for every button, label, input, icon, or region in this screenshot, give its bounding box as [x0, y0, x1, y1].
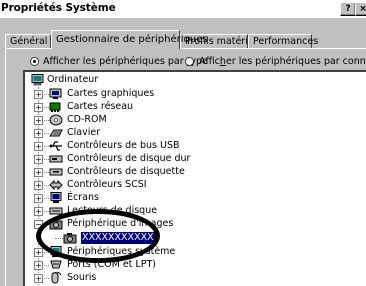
- tree-item-label: Souris: [67, 272, 97, 283]
- tree-item-label: Contrôleurs de bus USB: [67, 140, 180, 151]
- tree-item-mice[interactable]: + Souris: [25, 272, 365, 285]
- floppy-controller-icon: [49, 168, 63, 176]
- tree-item-scsi-controllers[interactable]: + Contrôleurs SCSI: [25, 179, 365, 192]
- tab-general[interactable]: Général: [5, 34, 51, 48]
- expand-icon[interactable]: +: [34, 207, 43, 216]
- expand-icon[interactable]: +: [34, 194, 43, 203]
- tree-item-label: Clavier: [67, 127, 101, 138]
- tree-item-label: Cartes réseau: [67, 101, 134, 112]
- display-adapter-icon: [49, 88, 62, 99]
- keyboard-icon: [49, 129, 63, 137]
- expand-icon[interactable]: +: [34, 116, 43, 125]
- expand-icon[interactable]: +: [34, 261, 43, 270]
- tree-item-network-adapters[interactable]: + Cartes réseau: [25, 101, 365, 114]
- tree-item-label: CD-ROM: [67, 114, 107, 125]
- expand-icon[interactable]: +: [34, 248, 43, 257]
- usb-controller-icon: [49, 141, 62, 151]
- expand-icon[interactable]: +: [34, 103, 43, 112]
- view-by-connection-label[interactable]: Afficher les périphériques par connexion: [199, 56, 366, 67]
- close-button[interactable]: ×: [355, 2, 366, 16]
- expand-icon[interactable]: +: [34, 90, 43, 99]
- expand-icon[interactable]: +: [34, 155, 43, 164]
- expand-icon[interactable]: +: [34, 274, 43, 283]
- highlight-circle: [36, 209, 160, 263]
- system-properties-window: Propriétés Système ? × Général Gestionna…: [0, 0, 366, 286]
- cdrom-icon: [49, 114, 63, 126]
- expand-icon[interactable]: +: [34, 142, 43, 151]
- tree-item-keyboard[interactable]: + Clavier: [25, 127, 365, 140]
- mouse-icon: [51, 272, 62, 284]
- tab-device-manager[interactable]: Gestionnaire de périphériques: [51, 30, 208, 49]
- tree-item-label: Contrôleurs SCSI: [67, 179, 147, 190]
- computer-icon: [31, 74, 44, 86]
- tree-item-label: Ordinateur: [47, 74, 99, 85]
- window-title: Propriétés Système: [1, 2, 116, 14]
- expand-icon[interactable]: +: [34, 168, 43, 177]
- tree-item-label: Contrôleurs de disque dur: [67, 153, 191, 164]
- tree-item-display-adapters[interactable]: + Cartes graphiques: [25, 88, 365, 101]
- expand-icon[interactable]: +: [34, 181, 43, 190]
- tree-item-label: Cartes graphiques: [67, 88, 155, 99]
- tree-root-computer[interactable]: Ordinateur: [25, 74, 365, 87]
- expand-icon[interactable]: +: [34, 129, 43, 138]
- radio-button-icon[interactable]: [30, 57, 39, 66]
- tree-item-label: Écrans: [67, 192, 99, 203]
- view-by-type-label[interactable]: Afficher les périphériques par type: [43, 56, 208, 67]
- radio-selected-dot: [33, 60, 36, 63]
- tree-item-floppy-controllers[interactable]: + Contrôleurs de disquette: [25, 166, 365, 179]
- network-adapter-icon: [49, 102, 61, 112]
- radio-button-icon[interactable]: [185, 57, 194, 66]
- tree-item-cdrom[interactable]: + CD-ROM: [25, 114, 365, 127]
- tree-item-monitors[interactable]: + Écrans: [25, 192, 365, 205]
- tree-item-hard-disk-controllers[interactable]: + Contrôleurs de disque dur: [25, 153, 365, 166]
- hard-disk-controller-icon: [49, 155, 63, 163]
- view-options: Afficher les périphériques par type Affi…: [20, 56, 366, 70]
- monitor-icon: [50, 192, 62, 203]
- scsi-controller-icon: [49, 179, 63, 191]
- tree-item-label: Contrôleurs de disquette: [67, 166, 185, 177]
- title-bar: Propriétés Système ? ×: [0, 0, 366, 18]
- tab-performance[interactable]: Performances: [248, 34, 318, 48]
- tree-item-usb-controllers[interactable]: + Contrôleurs de bus USB: [25, 140, 365, 153]
- port-icon: [50, 260, 62, 269]
- tab-strip: Général Gestionnaire de périphériques Pr…: [0, 30, 366, 49]
- help-button[interactable]: ?: [340, 2, 356, 16]
